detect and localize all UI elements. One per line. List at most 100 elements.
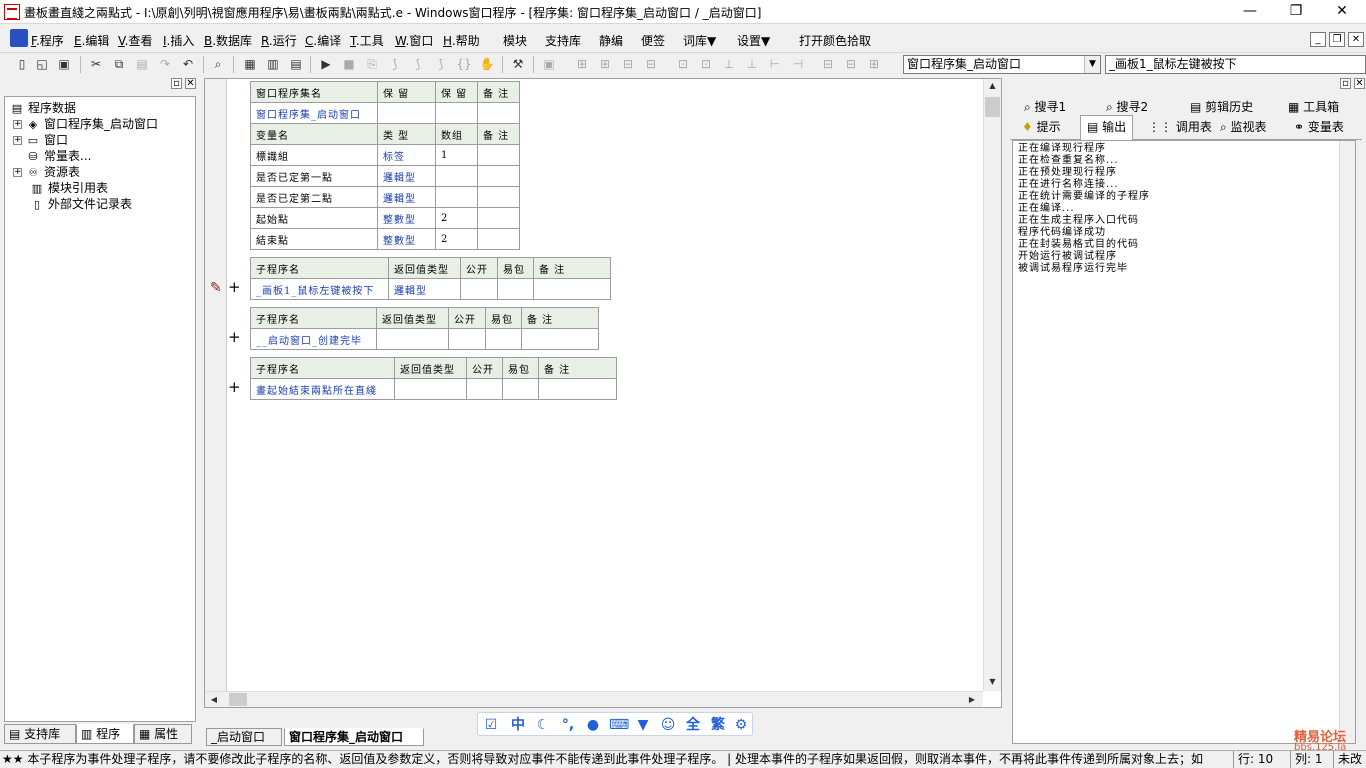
undo-icon[interactable]: ↶	[180, 56, 196, 72]
public-cell[interactable]	[448, 328, 486, 350]
table-cell[interactable]	[435, 102, 478, 124]
align-1-icon[interactable]: ▣	[541, 56, 557, 72]
debug-icon[interactable]: ⚒	[510, 56, 526, 72]
expand-icon[interactable]: +	[13, 136, 22, 145]
note-cell[interactable]	[533, 278, 611, 300]
size-1-icon[interactable]: ⊟	[820, 56, 836, 72]
tab-output[interactable]: ▤ 输出	[1080, 115, 1134, 140]
easy-pack-cell[interactable]	[502, 378, 539, 400]
menu-database[interactable]: B.数据库	[204, 32, 252, 49]
subroutine-name-cell[interactable]: 畫起始結束兩點所在直綫	[250, 378, 395, 400]
menu-settings[interactable]: 设置▼	[737, 32, 770, 49]
tab-properties[interactable]: ▦ 属性	[134, 724, 192, 744]
hand-icon[interactable]: ✋	[479, 56, 495, 72]
dock-pin-icon[interactable]: ▫	[1340, 78, 1351, 89]
menu-support-lib[interactable]: 支持库	[545, 32, 581, 49]
cut-icon[interactable]: ✂	[88, 56, 104, 72]
variable-array-cell[interactable]: 1	[435, 144, 478, 166]
tab-toolbox[interactable]: ▦ 工具箱	[1288, 98, 1339, 115]
align-6-icon[interactable]: ⊡	[675, 56, 691, 72]
step-3-icon[interactable]: ⟆	[410, 56, 426, 72]
variable-array-cell[interactable]: 2	[435, 207, 478, 229]
variable-name-cell[interactable]: 標識組	[250, 144, 378, 166]
menu-view[interactable]: V.查看	[118, 32, 153, 49]
variable-type-cell[interactable]: 整數型	[377, 207, 436, 229]
tree-item-external-files[interactable]: ▯ 外部文件记录表	[29, 196, 132, 212]
scroll-thumb[interactable]	[985, 97, 1000, 117]
variable-array-cell[interactable]	[435, 165, 478, 187]
menu-help[interactable]: H.帮助	[443, 32, 480, 49]
expand-icon[interactable]: +	[13, 168, 22, 177]
tree-root[interactable]: ▤ 程序数据	[9, 100, 76, 116]
align-5-icon[interactable]: ⊟	[643, 56, 659, 72]
menu-module[interactable]: 模块	[503, 32, 527, 49]
tab-support-lib[interactable]: ▤ 支持库	[4, 724, 76, 744]
scroll-right-icon[interactable]: ▶	[967, 695, 977, 704]
ime-keyboard-icon[interactable]: ⌨	[609, 716, 629, 734]
variable-note-cell[interactable]	[477, 228, 520, 250]
tree-item-window[interactable]: + ▭ 窗口	[13, 132, 68, 148]
stop-icon[interactable]: ■	[341, 56, 357, 72]
mdi-minimize-button[interactable]: _	[1310, 32, 1326, 47]
variable-name-cell[interactable]: 是否已定第二點	[250, 186, 378, 208]
menu-lexicon[interactable]: 词库▼	[683, 32, 716, 49]
dock-close-icon[interactable]: ✕	[185, 78, 196, 89]
tree-item-modules[interactable]: ▥ 模块引用表	[29, 180, 108, 196]
variable-name-cell[interactable]: 結束點	[250, 228, 378, 250]
step-1-icon[interactable]: ⎘	[364, 56, 380, 72]
scroll-up-icon[interactable]: ▲	[984, 81, 1001, 90]
variable-note-cell[interactable]	[477, 207, 520, 229]
tab-clip-history[interactable]: ▤ 剪辑历史	[1190, 98, 1253, 115]
step-4-icon[interactable]: ⟆	[433, 56, 449, 72]
menu-notes[interactable]: 便签	[641, 32, 665, 49]
tab-variables[interactable]: ⚭ 变量表	[1294, 118, 1344, 135]
size-3-icon[interactable]: ⊞	[866, 56, 882, 72]
expand-plus-icon[interactable]: +	[228, 328, 241, 346]
subroutine-name-cell[interactable]: _画板1_鼠标左键被按下	[250, 278, 389, 300]
redo-icon[interactable]: ↷	[157, 56, 173, 72]
ime-punctuation-icon[interactable]: °,	[559, 716, 577, 734]
layout-1-icon[interactable]: ▦	[242, 56, 258, 72]
ime-check-icon[interactable]: ☑	[482, 716, 500, 734]
run-icon[interactable]: ▶	[318, 56, 334, 72]
tab-search-2[interactable]: ⌕ 搜寻2	[1106, 98, 1148, 115]
mdi-close-button[interactable]: ✕	[1348, 32, 1364, 47]
variable-type-cell[interactable]: 邏輯型	[377, 165, 436, 187]
variable-note-cell[interactable]	[477, 165, 520, 187]
subroutine-select[interactable]: _画板1_鼠标左键被按下	[1105, 55, 1366, 74]
close-button[interactable]: ✕	[1319, 0, 1365, 24]
size-2-icon[interactable]: ⊟	[843, 56, 859, 72]
variable-note-cell[interactable]	[477, 186, 520, 208]
tree-item-assembly[interactable]: + ◈ 窗口程序集_启动窗口	[13, 116, 158, 132]
variable-name-cell[interactable]: 起始點	[250, 207, 378, 229]
ime-emoji-icon[interactable]: ☺	[659, 716, 677, 734]
return-type-cell[interactable]: 邏輯型	[388, 278, 461, 300]
layout-3-icon[interactable]: ▤	[288, 56, 304, 72]
scroll-thumb[interactable]	[229, 693, 247, 706]
find-icon[interactable]: ⌕	[210, 56, 226, 72]
menu-run[interactable]: R.运行	[261, 32, 297, 49]
expand-plus-icon[interactable]: +	[228, 278, 241, 296]
public-cell[interactable]	[466, 378, 503, 400]
variable-type-cell[interactable]: 整數型	[377, 228, 436, 250]
menu-program[interactable]: F.程序	[31, 32, 64, 49]
menu-tools[interactable]: T.工具	[350, 32, 384, 49]
return-type-cell[interactable]	[394, 378, 467, 400]
copy-icon[interactable]: ⧉	[111, 56, 127, 72]
ime-user-icon[interactable]: ●	[584, 716, 602, 734]
scroll-down-icon[interactable]: ▼	[984, 677, 1001, 686]
easy-pack-cell[interactable]	[497, 278, 534, 300]
menu-insert[interactable]: I.插入	[163, 32, 194, 49]
dock-pin-icon[interactable]: ▫	[171, 78, 182, 89]
align-7-icon[interactable]: ⊡	[698, 56, 714, 72]
note-cell[interactable]	[538, 378, 617, 400]
editor-vertical-scrollbar[interactable]: ▲ ▼	[983, 79, 1001, 691]
table-cell[interactable]	[477, 102, 520, 124]
output-panel[interactable]: 正在编译现行程序 正在检查重复名称... 正在预处理现行程序 正在进行名称连接.…	[1012, 140, 1356, 744]
variable-array-cell[interactable]	[435, 186, 478, 208]
menu-static-compile[interactable]: 静编	[599, 32, 623, 49]
step-5-icon[interactable]: {}	[456, 56, 472, 72]
note-cell[interactable]	[521, 328, 599, 350]
maximize-button[interactable]: ❐	[1273, 0, 1319, 24]
public-cell[interactable]	[460, 278, 498, 300]
